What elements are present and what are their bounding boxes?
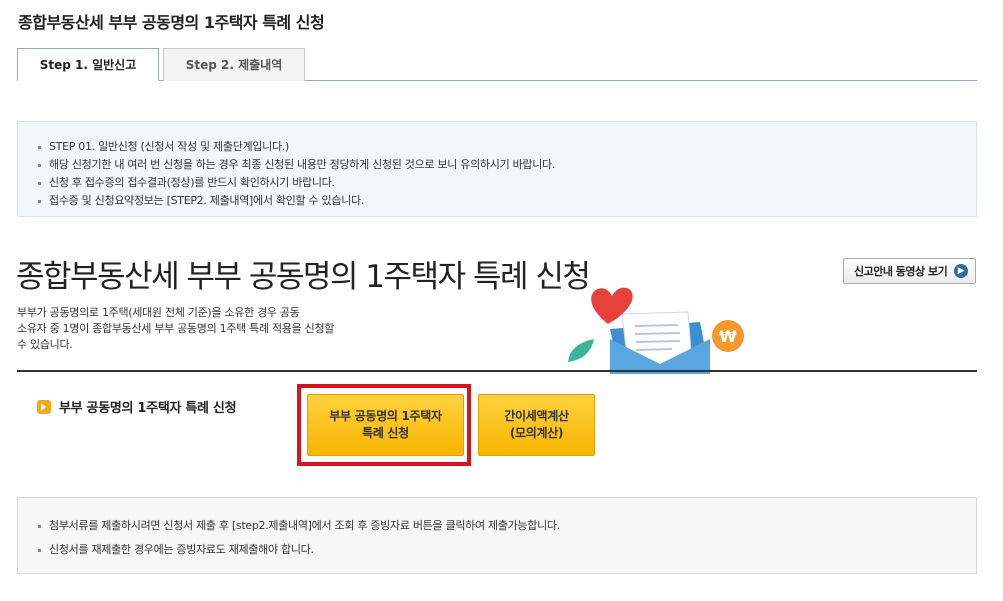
step-tabs: Step 1. 일반신고 Step 2. 제출내역 xyxy=(17,48,977,81)
notice-item: STEP 01. 일반신청 (신청서 작성 및 제출단계입니다.) xyxy=(36,138,976,156)
leaf-icon xyxy=(568,339,594,362)
svg-text:₩: ₩ xyxy=(719,327,737,346)
won-coin-icon: ₩ xyxy=(712,320,744,352)
service-title: 종합부동산세 부부 공동명의 1주택자 특례 신청 xyxy=(16,259,591,295)
notice-list: STEP 01. 일반신청 (신청서 작성 및 제출단계입니다.) 해당 신청기… xyxy=(36,138,976,210)
apply-special-case-button[interactable]: 부부 공동명의 1주택자 특례 신청 xyxy=(307,394,464,456)
tab-step1[interactable]: Step 1. 일반신고 xyxy=(17,48,159,81)
section-divider xyxy=(17,370,977,372)
guide-video-label: 신고안내 동영상 보기 xyxy=(854,265,948,278)
action-section-title: 부부 공동명의 1주택자 특례 신청 xyxy=(59,401,237,416)
description-line: 소유자 중 1명이 종합부동산세 부부 공동명의 1주택 특례 적용을 신청할 xyxy=(17,322,335,335)
notice-item: 접수증 및 신청요약정보는 [STEP2. 제출내역]에서 확인할 수 있습니다… xyxy=(36,192,976,210)
illustration: ₩ xyxy=(568,287,744,374)
bullet-icon xyxy=(37,399,51,414)
calc-button-line2: (모의계산) xyxy=(509,426,564,440)
description-line: 부부가 공동명의로 1주택(세대원 전체 기준)을 소유한 경우 공동 xyxy=(17,306,300,319)
guide-video-button[interactable]: 신고안내 동영상 보기 ▶ xyxy=(843,258,976,284)
notice-item: 신청 후 접수증의 접수결과(정상)를 반드시 확인하시기 바랍니다. xyxy=(36,174,976,192)
apply-button-line1: 부부 공동명의 1주택자 xyxy=(329,409,442,423)
page-title: 종합부동산세 부부 공동명의 1주택자 특례 신청 xyxy=(18,13,325,32)
calc-button-line1: 간이세액계산 xyxy=(504,409,569,423)
tab-step2[interactable]: Step 2. 제출내역 xyxy=(163,48,305,81)
service-description: 부부가 공동명의로 1주택(세대원 전체 기준)을 소유한 경우 공동 소유자 … xyxy=(17,305,407,353)
notice-item: 첨부서류를 제출하시려면 신청서 제출 후 [step2.제출내역]에서 조회 … xyxy=(36,514,976,538)
notice-item: 해당 신청기한 내 여러 번 신청을 하는 경우 최종 신청된 내용만 정당하게… xyxy=(36,156,976,174)
attachment-notice-box: 첨부서류를 제출하시려면 신청서 제출 후 [step2.제출내역]에서 조회 … xyxy=(17,497,977,574)
description-line: 수 있습니다. xyxy=(17,338,73,351)
arrow-right-icon: ▶ xyxy=(954,264,968,278)
step-notice-box: STEP 01. 일반신청 (신청서 작성 및 제출단계입니다.) 해당 신청기… xyxy=(17,121,977,217)
apply-button-line2: 특례 신청 xyxy=(362,426,409,440)
envelope-icon xyxy=(610,311,710,374)
notice-item: 신청서를 재제출한 경우에는 증빙자료도 재제출해야 합니다. xyxy=(36,538,976,562)
action-section-label: 부부 공동명의 1주택자 특례 신청 xyxy=(37,397,237,416)
notice-list: 첨부서류를 제출하시려면 신청서 제출 후 [step2.제출내역]에서 조회 … xyxy=(36,514,976,562)
simple-tax-calc-button[interactable]: 간이세액계산 (모의계산) xyxy=(478,394,595,456)
